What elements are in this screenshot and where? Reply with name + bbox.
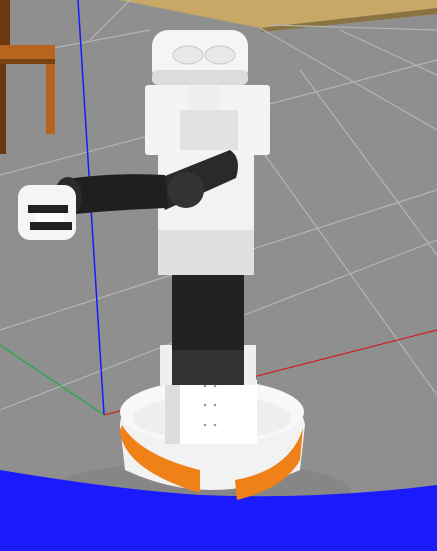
head-shade (152, 70, 248, 85)
gripper-finger-top (28, 205, 68, 213)
upper-body-shade (158, 230, 254, 275)
chair-seat (0, 45, 55, 59)
chair-seat-shadow (0, 59, 55, 64)
right-eye (204, 45, 236, 65)
torso-column-white-lower (172, 350, 244, 385)
simulation-viewport[interactable] (0, 0, 437, 551)
chair-back-leg (0, 0, 10, 45)
shoulder-recess (180, 110, 238, 150)
base-front-shade (165, 380, 180, 444)
gripper-finger-bottom (30, 222, 72, 230)
gripper-jaw (36, 213, 64, 222)
robot-gripper (18, 185, 76, 240)
torso-side-left (160, 345, 172, 385)
robot-torso (160, 265, 256, 385)
chair-leg-2 (0, 64, 6, 154)
chair-leg (46, 64, 55, 134)
elbow-joint (168, 172, 204, 208)
robot-head (152, 30, 248, 85)
scene-3d-render (0, 0, 437, 551)
torso-side (244, 345, 256, 385)
left-eye (172, 45, 204, 65)
